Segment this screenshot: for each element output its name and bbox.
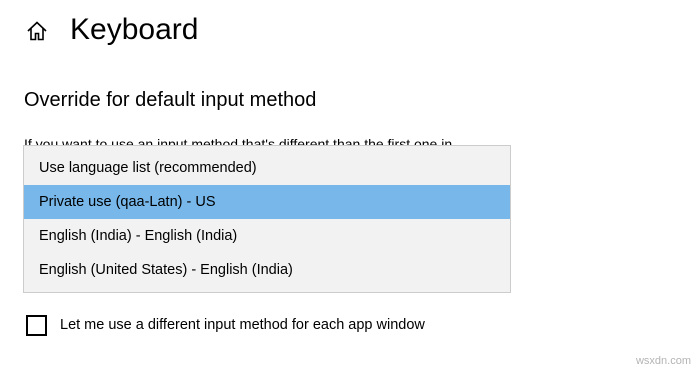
section-description: If you want to use an input method that'… xyxy=(24,136,453,146)
section-title: Override for default input method xyxy=(24,89,317,111)
dropdown-option-english-us[interactable]: English (United States) - English (India… xyxy=(24,253,510,287)
dropdown-option-language-list[interactable]: Use language list (recommended) xyxy=(24,151,510,185)
dropdown-option-private-use[interactable]: Private use (qaa-Latn) - US xyxy=(24,185,510,219)
checkbox-label[interactable]: Let me use a different input method for … xyxy=(60,314,425,336)
input-method-dropdown-list[interactable]: Use language list (recommended) Private … xyxy=(23,145,511,293)
home-icon[interactable] xyxy=(26,20,48,42)
watermark: wsxdn.com xyxy=(635,355,691,367)
dropdown-option-english-india[interactable]: English (India) - English (India) xyxy=(24,219,510,253)
page-title: Keyboard xyxy=(70,13,199,46)
per-app-input-method-setting[interactable]: Let me use a different input method for … xyxy=(26,314,425,336)
per-app-input-method-checkbox[interactable] xyxy=(26,314,47,336)
